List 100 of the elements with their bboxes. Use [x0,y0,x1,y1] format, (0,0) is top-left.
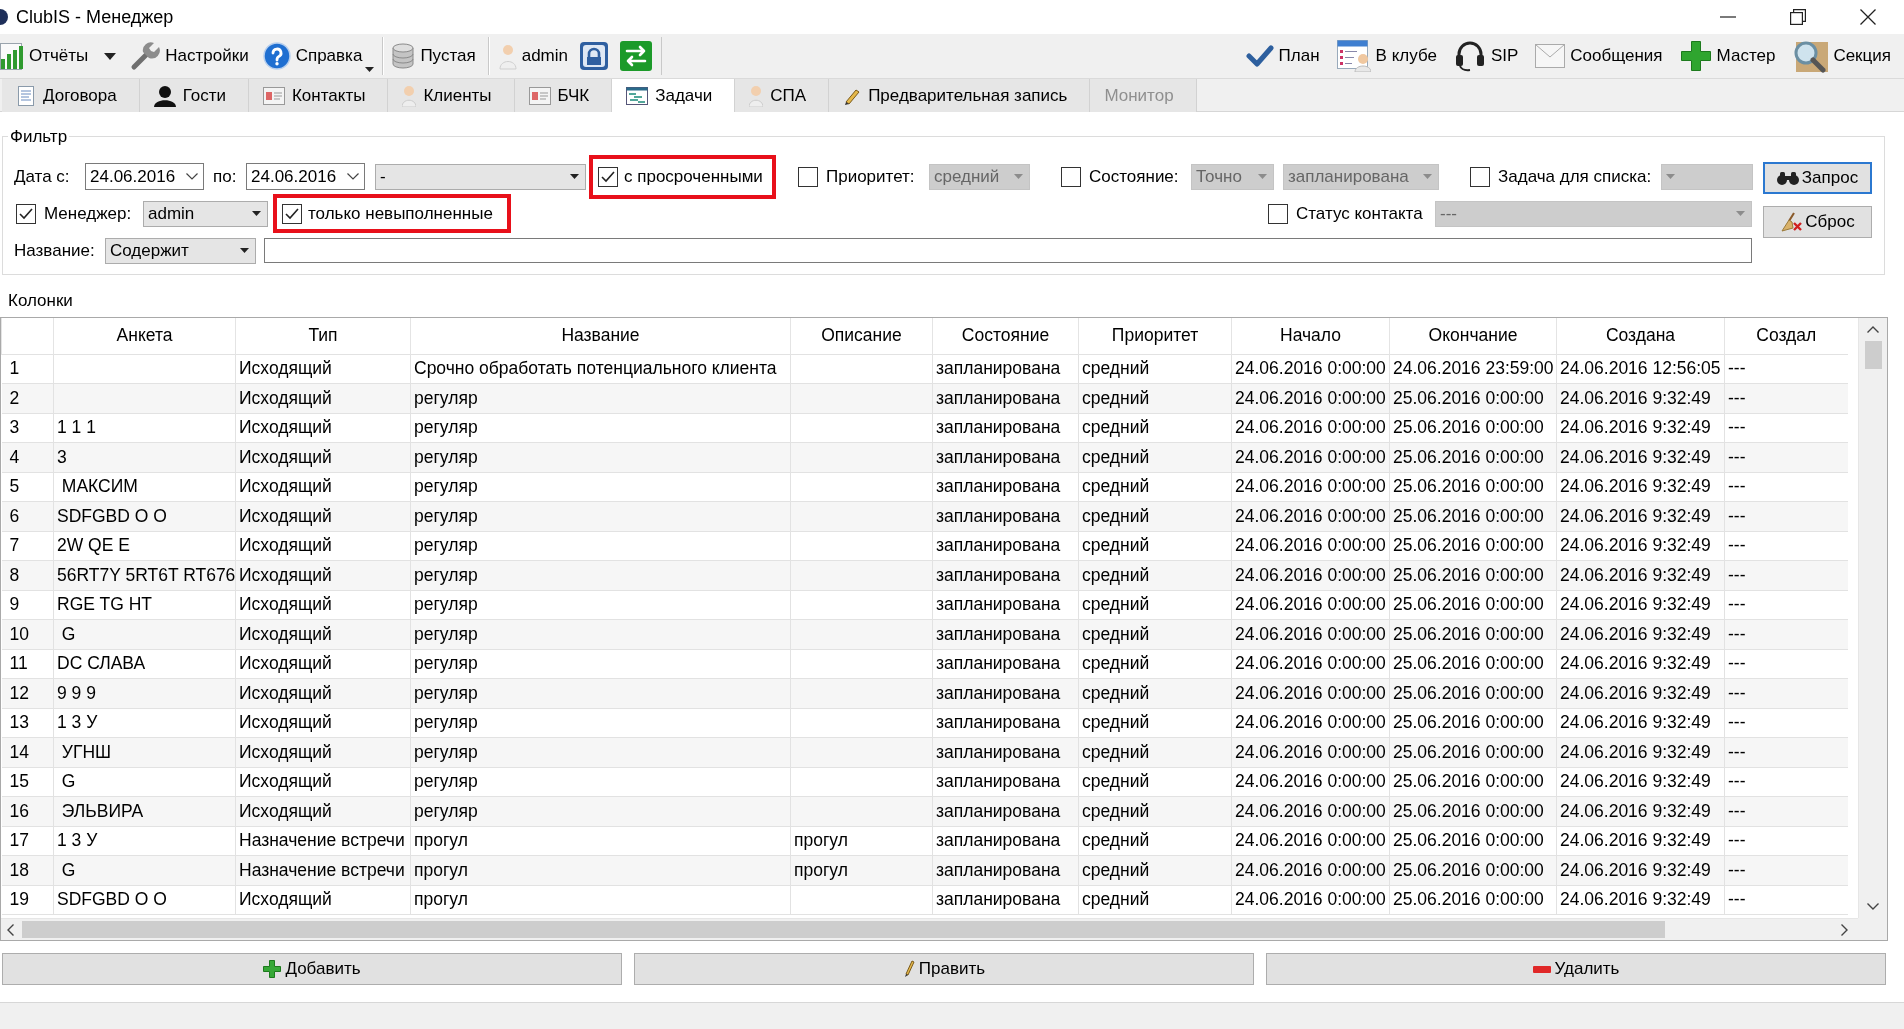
table-cell: 24.06.2016 9:32:49 [1556,855,1725,885]
chevron-left-icon[interactable] [7,923,14,936]
minus-icon [1532,965,1551,973]
table-cell: --- [1724,560,1848,590]
toolbar-button[interactable]: Секция [1792,38,1891,74]
toolbar-button[interactable]: Отчёты [0,38,89,74]
date-field[interactable]: 24.06.2016 [85,163,204,190]
toolbar-button[interactable]: В клубе [1336,38,1437,74]
chevron-right-icon[interactable] [1841,923,1848,936]
caret-icon[interactable] [365,67,375,72]
exchange-arrows-icon[interactable] [620,41,652,71]
table-cell: прогул [790,855,933,885]
toolbar-button[interactable]: admin [498,38,568,74]
table-cell: регуляр [410,383,791,413]
pencil-icon [902,960,915,978]
tab[interactable]: Клиенты [388,79,515,112]
dropdown[interactable]: --- [1435,200,1752,227]
table-cell: --- [1724,383,1848,413]
toolbar-button[interactable]: Настройки [130,38,249,74]
row-number: 18 [1,855,54,885]
table-cell: запланирована [932,855,1079,885]
table-cell: 24.06.2016 9:32:49 [1556,472,1725,502]
section-label: Колонки [8,291,73,311]
tab[interactable]: Контакты [248,79,389,112]
table-cell: 24.06.2016 0:00:00 [1231,560,1390,590]
table-cell: прогул [410,826,791,856]
table-cell: запланирована [932,354,1079,384]
dropdown[interactable]: Точно [1191,163,1274,190]
table-cell: --- [1724,501,1848,531]
checkbox[interactable] [1268,203,1288,224]
tab[interactable]: СПА [735,79,830,112]
date-field[interactable]: 24.06.2016 [246,163,365,190]
table-cell: регуляр [410,590,791,620]
chevron-up-icon[interactable] [1867,326,1879,333]
table-cell: запланирована [932,442,1079,472]
toolbar-button[interactable]: SIP [1453,38,1519,74]
action-button[interactable]: Править [634,953,1254,985]
filter-button[interactable]: Запрос [1763,162,1872,194]
close-icon[interactable] [1860,9,1876,25]
dropdown[interactable]: Содержит [105,237,256,264]
table-cell: --- [1724,767,1848,797]
scrollbar-thumb[interactable] [22,921,1665,938]
checkbox[interactable] [282,203,302,224]
toolbar-button[interactable]: Сообщения [1535,38,1663,74]
checkbox-label: с просроченными [624,166,763,187]
caret-icon [570,174,579,179]
action-button[interactable]: Удалить [1266,953,1886,985]
envelope-icon [1535,44,1566,68]
table-cell: 24.06.2016 9:32:49 [1556,767,1725,797]
table-cell: запланирована [932,501,1079,531]
caret-icon [1666,174,1675,179]
row-number: 3 [1,413,54,443]
table-cell: SDFGBD O O [53,885,236,915]
filter-button[interactable]: Сброс [1763,206,1872,238]
table-cell: Исходящий [235,531,411,561]
checkbox[interactable] [16,203,36,224]
table-cell: запланирована [932,531,1079,561]
toolbar-button[interactable]: План [1245,38,1320,74]
tab[interactable]: Гости [139,79,249,112]
table-cell: 25.06.2016 0:00:00 [1389,678,1557,708]
table-cell: средний [1078,560,1232,590]
checkbox[interactable] [1061,166,1081,187]
table-cell: G [53,767,236,797]
toolbar-button[interactable]: Мастер [1679,38,1776,74]
dropdown[interactable]: admin [143,200,268,227]
table-cell: 25.06.2016 0:00:00 [1389,619,1557,649]
toolbar-button[interactable]: Пустая [391,38,476,74]
table-cell: 9 9 9 [53,678,236,708]
tab[interactable]: БЧК [514,79,613,112]
restore-icon[interactable] [1790,9,1806,25]
tab[interactable]: Договора [2,79,140,112]
dropdown[interactable]: - [375,163,586,190]
checkbox[interactable] [798,166,818,187]
checkbox[interactable] [598,166,618,187]
padlock-icon[interactable] [580,42,608,70]
tab[interactable]: Предварительная запись [829,79,1091,112]
checkbox[interactable] [1470,166,1490,187]
toolbar-button[interactable]: Справка [262,38,375,74]
headset-icon [1453,40,1486,72]
table-cell: запланирована [932,708,1079,738]
column-header: Описание [790,318,933,354]
column-header: Состояние [932,318,1079,354]
caret-icon[interactable] [104,52,117,60]
chevron-down-icon[interactable] [1867,903,1879,910]
dropdown[interactable]: запланирована [1283,163,1439,190]
tab[interactable]: Задачи [612,79,736,113]
column-header: Начало [1231,318,1390,354]
table-cell: средний [1078,501,1232,531]
text-field[interactable] [264,238,1752,263]
table-cell: --- [1724,590,1848,620]
table-cell: 25.06.2016 0:00:00 [1389,649,1557,679]
action-button[interactable]: Добавить [2,953,622,985]
user-icon [498,42,517,70]
row-number: 2 [1,383,54,413]
scrollbar-thumb[interactable] [1864,341,1882,369]
dropdown[interactable]: средний [929,163,1030,190]
table-cell: 24.06.2016 9:32:49 [1556,796,1725,826]
person-icon [749,84,764,107]
table-cell: 24.06.2016 0:00:00 [1231,501,1390,531]
table-cell: 24.06.2016 9:32:49 [1556,649,1725,679]
